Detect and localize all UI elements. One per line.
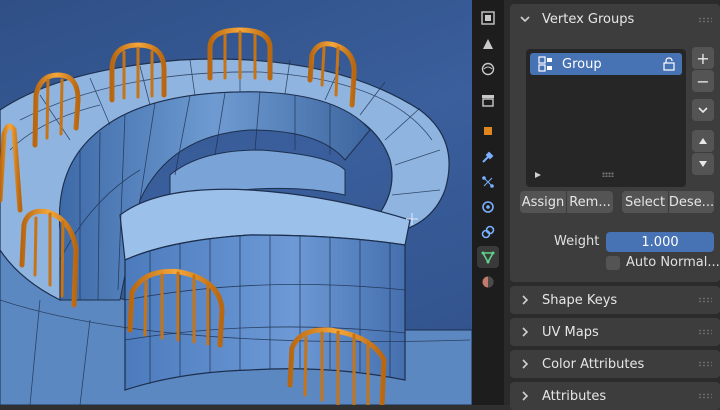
deselect-button[interactable]: Dese... (669, 191, 714, 213)
particles-icon[interactable] (477, 171, 499, 193)
tool-icon[interactable] (477, 7, 499, 29)
uv-maps-title: UV Maps (542, 324, 599, 340)
chevron-right-icon (522, 359, 529, 369)
attributes-panel[interactable]: Attributes (510, 382, 720, 410)
chevron-down-icon (520, 16, 530, 23)
render-icon[interactable] (477, 33, 499, 55)
mesh-render (0, 27, 472, 405)
lock-icon[interactable] (662, 57, 676, 71)
constraints-icon[interactable] (477, 221, 499, 243)
weight-field[interactable]: 1.000 (606, 232, 714, 252)
remove-from-group-button[interactable]: Rem... (567, 191, 613, 213)
attributes-title: Attributes (542, 388, 607, 404)
vertex-group-name: Group (562, 56, 602, 72)
attributes-header[interactable]: Attributes (510, 382, 720, 410)
uv-maps-panel[interactable]: UV Maps (510, 318, 720, 346)
world-icon[interactable] (477, 58, 499, 80)
add-icon[interactable]: + (692, 47, 714, 69)
expand-arrow-icon[interactable] (534, 171, 542, 179)
uv-maps-header[interactable]: UV Maps (510, 318, 720, 346)
shape-keys-panel[interactable]: Shape Keys (510, 286, 720, 314)
vertex-groups-panel: Vertex Groups Group + − Assign Rem... Se… (510, 4, 720, 282)
remove-icon[interactable]: − (692, 70, 714, 92)
vertex-groups-title: Vertex Groups (542, 11, 635, 27)
vertex-groups-header[interactable]: Vertex Groups (510, 4, 720, 34)
chevron-right-icon (522, 327, 529, 337)
drag-handle[interactable] (698, 361, 712, 367)
assign-button[interactable]: Assign (520, 191, 566, 213)
drag-handle[interactable] (698, 393, 712, 399)
vertex-group-list[interactable]: Group (526, 49, 686, 187)
data-icon[interactable] (477, 246, 499, 268)
color-attributes-header[interactable]: Color Attributes (510, 350, 720, 378)
properties-editor: Vertex Groups Group + − Assign Rem... Se… (504, 0, 720, 410)
shape-keys-title: Shape Keys (542, 292, 618, 308)
auto-normalize-label: Auto Normal... (626, 255, 720, 270)
move-up-icon[interactable] (692, 130, 714, 152)
chevron-right-icon (522, 391, 529, 401)
object-icon[interactable] (477, 120, 499, 142)
drag-handle[interactable] (698, 17, 712, 23)
properties-tab-column (472, 0, 504, 405)
weight-label: Weight (554, 234, 600, 249)
material-icon[interactable] (477, 271, 499, 293)
modifier-icon[interactable] (477, 146, 499, 168)
physics-icon[interactable] (477, 196, 499, 218)
collection-icon[interactable] (477, 89, 499, 111)
shape-keys-header[interactable]: Shape Keys (510, 286, 720, 314)
color-attributes-title: Color Attributes (542, 356, 645, 372)
list-item-group[interactable]: Group (530, 53, 682, 75)
vertex-group-icon (538, 56, 552, 72)
resize-grip[interactable] (602, 172, 614, 177)
specials-chevron-icon[interactable] (692, 99, 714, 121)
color-attributes-panel[interactable]: Color Attributes (510, 350, 720, 378)
select-button[interactable]: Select (622, 191, 668, 213)
chevron-right-icon (522, 295, 529, 305)
auto-normalize-checkbox[interactable] (606, 256, 620, 270)
drag-handle[interactable] (698, 297, 712, 303)
drag-handle[interactable] (698, 329, 712, 335)
3d-viewport[interactable] (0, 0, 472, 405)
move-down-icon[interactable] (692, 153, 714, 175)
